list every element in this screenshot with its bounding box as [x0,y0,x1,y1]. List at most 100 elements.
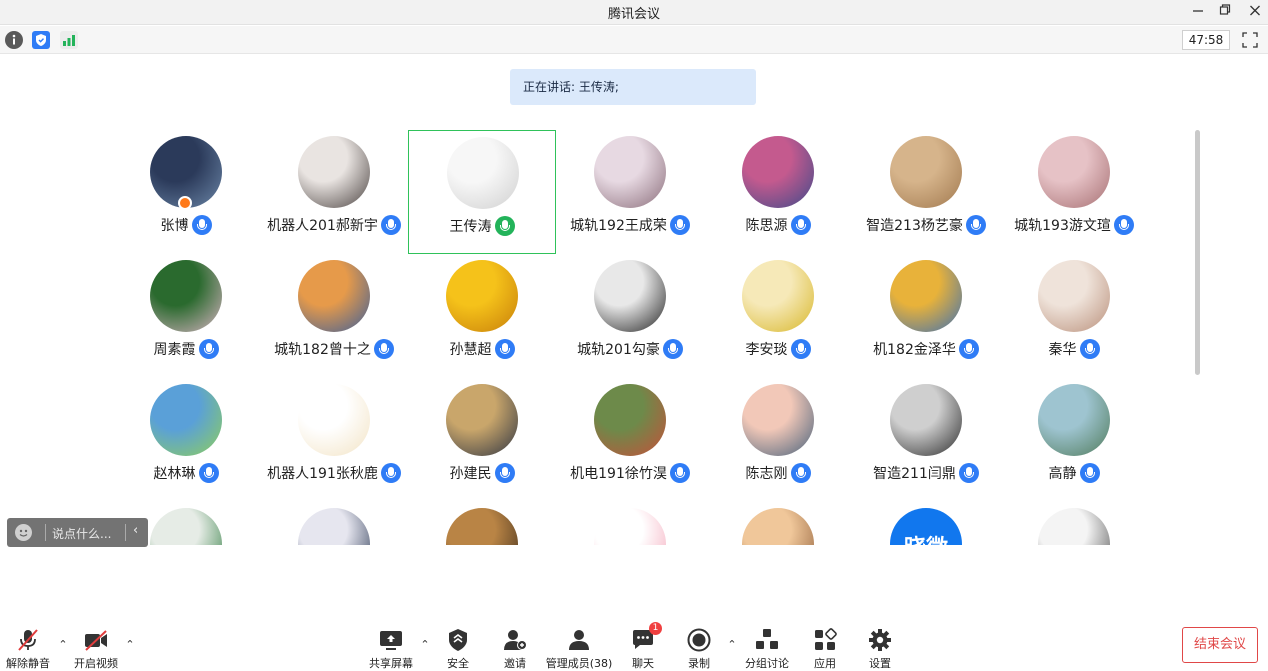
participant-tile[interactable]: 张博 [112,130,260,254]
participant-tile[interactable]: 城轨193游文瑄 [1000,130,1148,254]
participant-tile[interactable]: 城轨192王成荣 [556,130,704,254]
mic-icon [198,463,219,483]
participant-tile[interactable]: 城轨182曾十之 [260,254,408,378]
invite-button[interactable]: 邀请 [498,628,532,671]
participant-tile[interactable]: 李安琰 [704,254,852,378]
participant-avatar [150,260,222,332]
breakout-label: 分组讨论 [745,657,789,670]
participant-name: 机182金泽华 [873,342,956,358]
invite-label: 邀请 [504,657,526,670]
participant-tile[interactable]: 晓微 [852,502,1000,545]
start-video-button[interactable]: 开启视频 [72,628,120,671]
settings-button[interactable]: 设置 [863,628,897,671]
participant-avatar [1038,260,1110,332]
chat-button[interactable]: 1 聊天 [626,622,662,671]
record-options-caret[interactable]: ⌃ [726,638,738,651]
security-label: 安全 [447,657,469,670]
participant-tile[interactable]: 高静 [1000,378,1148,502]
participant-tile[interactable]: 机器人191张秋鹿 [260,378,408,502]
members-icon [566,628,592,652]
participant-avatar [1038,136,1110,208]
participant-tile[interactable] [1000,502,1148,545]
share-screen-icon [378,628,404,652]
participant-avatar [742,384,814,456]
participant-avatar [594,384,666,456]
participant-tile[interactable]: 周素霞 [112,254,260,378]
mic-icon [1079,339,1100,359]
mic-icon [958,339,979,359]
participant-name: 陈志刚 [745,466,788,482]
avatar-text: 晓微 [890,530,962,545]
window-title: 腾讯会议 [607,7,660,22]
speaking-indicator: 正在讲话: 王传涛; [510,69,756,105]
participant-avatar [594,508,666,545]
signal-strength-icon[interactable] [60,31,78,49]
participant-tile[interactable]: 秦华 [1000,254,1148,378]
grid-scrollbar[interactable] [1195,130,1200,375]
collapse-chevron-icon[interactable]: ‹ [133,523,138,538]
chat-icon: 1 [630,622,662,652]
participant-tile[interactable]: 机电191徐竹淏 [556,378,704,502]
participant-avatar [742,260,814,332]
participant-tile[interactable]: 机182金泽华 [852,254,1000,378]
close-button[interactable] [1244,2,1266,22]
participant-name: 秦华 [1048,342,1077,358]
participant-tile[interactable]: 智造211闫鼎 [852,378,1000,502]
share-screen-button[interactable]: 共享屏幕 [366,628,416,671]
breakout-rooms-button[interactable]: 分组讨论 [743,628,791,671]
participant-tile[interactable]: 机器人201郝新宇 [260,130,408,254]
participant-tile[interactable] [556,502,704,545]
participant-avatar [890,384,962,456]
participant-tile[interactable]: 孙建民 [408,378,556,502]
audio-options-caret[interactable]: ⌃ [57,638,69,651]
mic-icon [494,463,515,483]
participant-tile[interactable]: 王传涛 [408,130,556,254]
participant-avatar [446,508,518,545]
meeting-info-icon[interactable] [5,31,23,49]
record-button[interactable]: 录制 [682,628,716,671]
participant-tile[interactable] [408,502,556,545]
chat-quick-input[interactable]: 说点什么... ‹ [7,518,148,547]
status-bar: 47:58 [0,26,1268,54]
participant-name: 智造211闫鼎 [873,466,956,482]
minimize-button[interactable] [1187,2,1209,22]
end-meeting-button[interactable]: 结束会议 [1182,627,1258,663]
chat-label: 聊天 [632,657,654,670]
fullscreen-button[interactable] [1240,30,1260,50]
mic-icon [1113,215,1134,235]
participant-tile[interactable]: 陈志刚 [704,378,852,502]
participant-name: 城轨182曾十之 [274,342,371,358]
participant-tile[interactable]: 陈思源 [704,130,852,254]
video-options-caret[interactable]: ⌃ [124,638,136,651]
unmute-label: 解除静音 [6,657,50,670]
chat-placeholder: 说点什么... [52,527,112,541]
participant-tile[interactable]: 城轨201勾豪 [556,254,704,378]
manage-members-button[interactable]: 管理成员(38) [545,628,613,671]
apps-button[interactable]: 应用 [808,628,842,671]
restore-button[interactable] [1214,2,1236,22]
chat-unread-badge: 1 [649,622,662,635]
participant-name-row: 城轨193游文瑄 [980,215,1168,235]
meeting-timer: 47:58 [1182,30,1230,50]
emoji-icon[interactable] [15,524,32,541]
mic-icon [790,215,811,235]
participant-name: 陈思源 [745,218,788,234]
video-off-icon [83,628,109,652]
security-button[interactable]: 安全 [441,628,475,671]
participant-tile[interactable]: 赵林琳 [112,378,260,502]
unmute-button[interactable]: 解除静音 [5,628,51,671]
participant-tile[interactable]: 孙慧超 [408,254,556,378]
participant-name: 机器人201郝新宇 [267,218,378,234]
share-options-caret[interactable]: ⌃ [419,638,431,651]
apps-label: 应用 [814,657,836,670]
participant-tile[interactable]: 智造213杨艺豪 [852,130,1000,254]
security-shield-icon[interactable] [32,31,50,49]
mic-icon [198,339,219,359]
restore-icon [1219,4,1231,15]
participant-avatar: 晓微 [890,508,962,545]
participant-tile[interactable] [704,502,852,545]
mic-icon [494,339,515,359]
participant-tile[interactable] [260,502,408,545]
settings-label: 设置 [869,657,891,670]
participant-avatar [890,136,962,208]
